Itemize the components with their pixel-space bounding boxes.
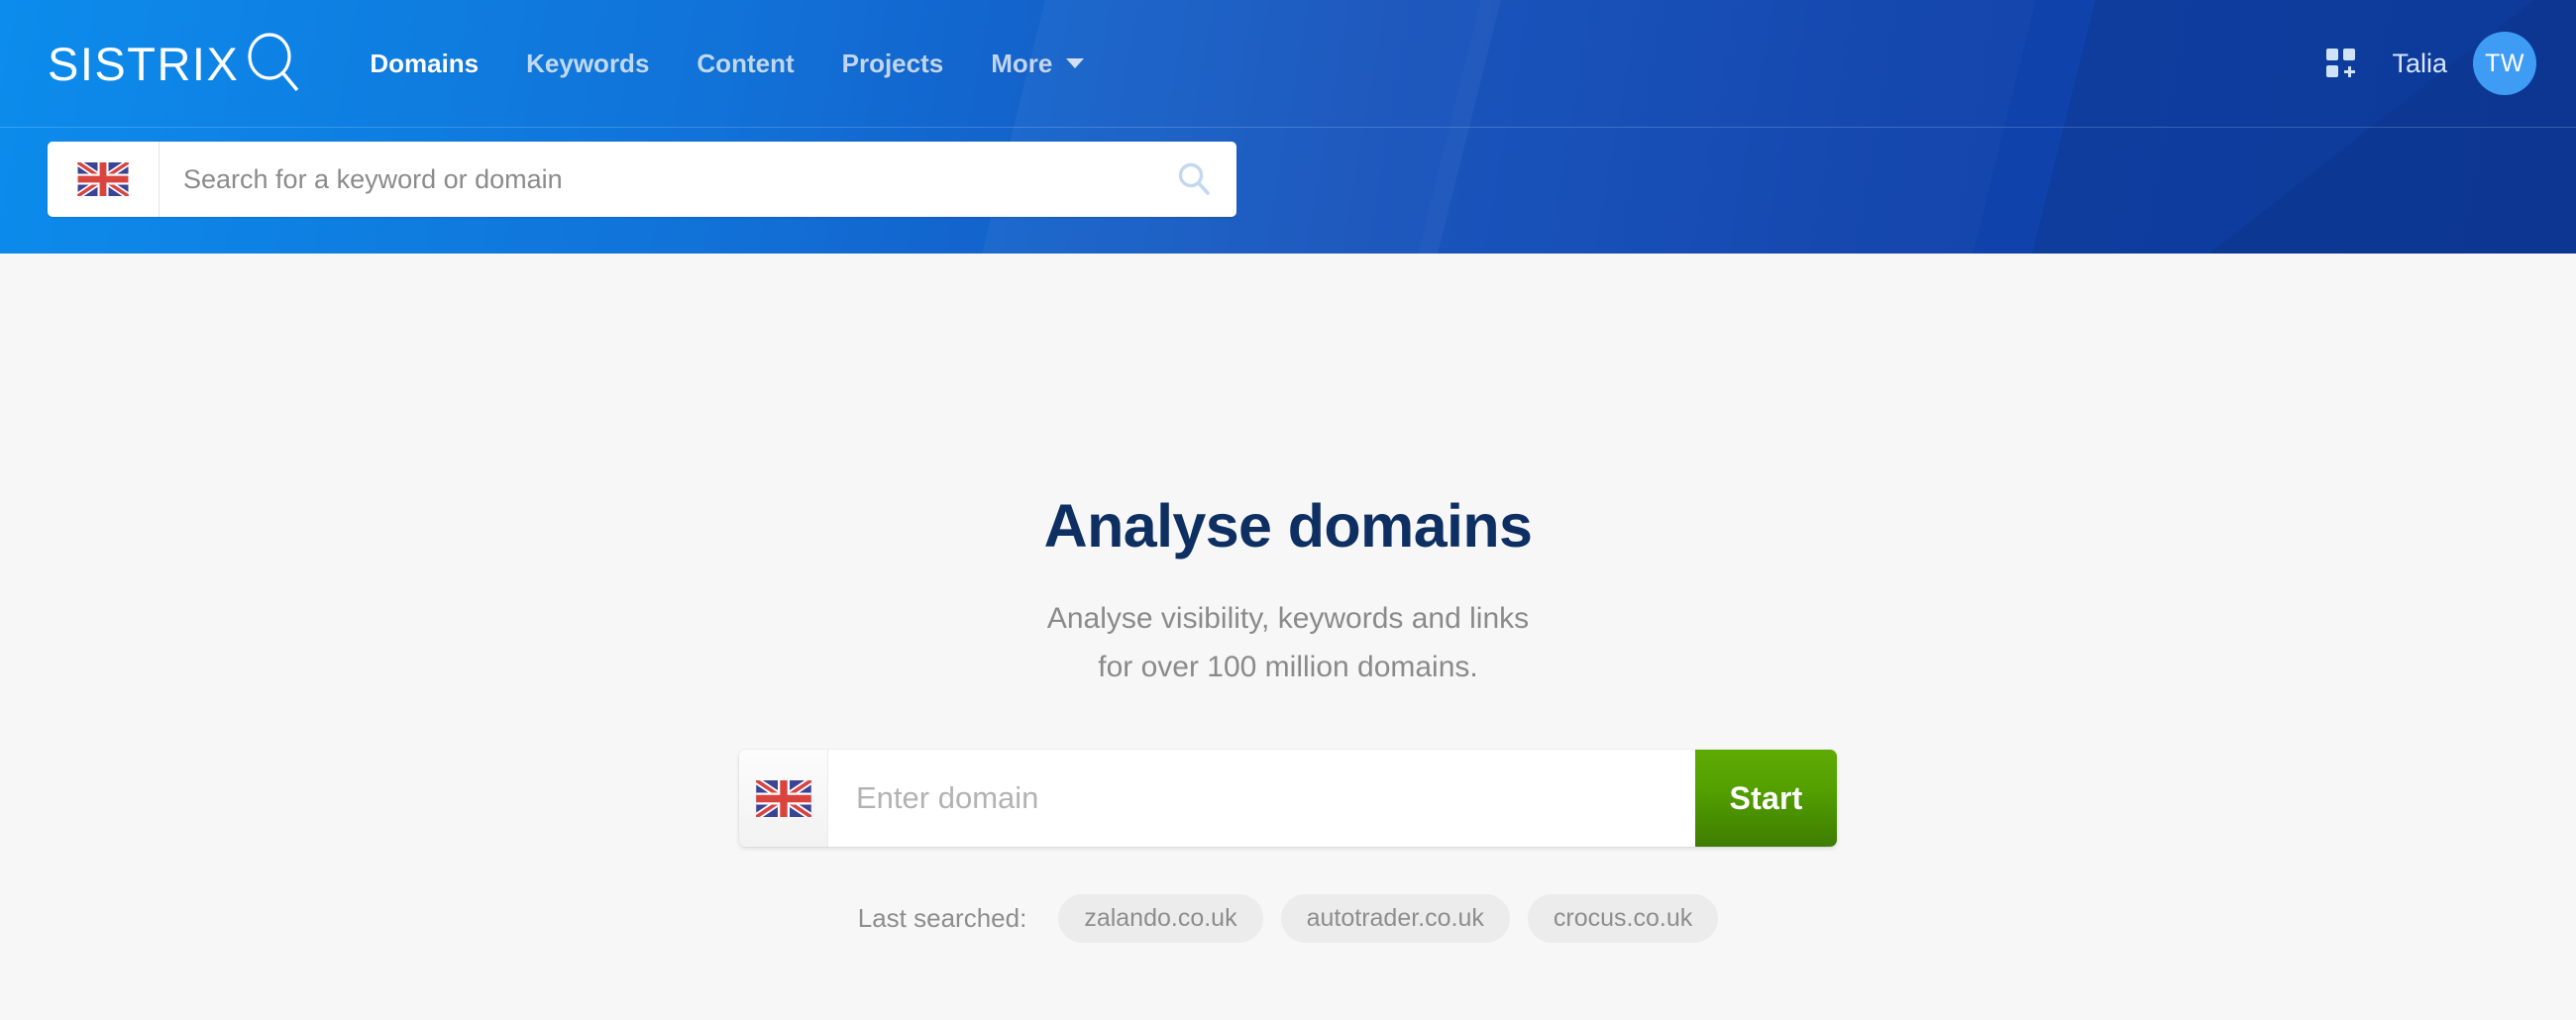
page-root: SISTRIX Domains Keywords Content Project…: [0, 0, 2576, 1020]
last-searched-row: Last searched: zalando.co.uk autotrader.…: [858, 894, 1718, 943]
main-content: Analyse domains Analyse visibility, keyw…: [0, 254, 2576, 1020]
domain-input[interactable]: [828, 750, 1695, 847]
page-subtitle-line1: Analyse visibility, keywords and links: [1047, 602, 1529, 635]
apps-grid-square: [2326, 49, 2338, 60]
apps-grid-square: [2343, 49, 2355, 60]
apps-grid-add-icon[interactable]: [2326, 49, 2356, 78]
page-title: Analyse domains: [1044, 496, 1533, 557]
sistrix-logo[interactable]: SISTRIX: [48, 33, 302, 94]
nav-item-domains[interactable]: Domains: [346, 41, 502, 86]
search-submit-button[interactable]: [1151, 142, 1236, 217]
avatar[interactable]: TW: [2473, 32, 2536, 95]
global-search-bar: [48, 142, 1236, 217]
apps-grid-square: [2326, 65, 2338, 77]
page-subtitle-line2: for over 100 million domains.: [1047, 651, 1529, 684]
main-navigation: Domains Keywords Content Projects More: [346, 41, 1108, 86]
page-subtitle: Analyse visibility, keywords and links f…: [1047, 602, 1529, 684]
plus-icon: [2344, 66, 2355, 77]
nav-item-more[interactable]: More: [967, 41, 1108, 86]
nav-item-content[interactable]: Content: [673, 41, 817, 86]
nav-item-projects[interactable]: Projects: [818, 41, 968, 86]
chevron-down-icon: [1066, 58, 1084, 68]
country-selector-header[interactable]: [48, 142, 160, 217]
last-searched-chip[interactable]: crocus.co.uk: [1528, 894, 1718, 943]
search-input[interactable]: [160, 143, 1151, 216]
country-selector-domain[interactable]: [739, 750, 828, 847]
last-searched-chip[interactable]: autotrader.co.uk: [1281, 894, 1510, 943]
uk-flag-icon: [756, 780, 811, 817]
start-button[interactable]: Start: [1695, 750, 1837, 847]
header-top-row: SISTRIX Domains Keywords Content Project…: [0, 0, 2576, 127]
uk-flag-icon: [77, 162, 129, 196]
nav-item-more-label: More: [991, 51, 1052, 76]
nav-item-keywords[interactable]: Keywords: [502, 41, 673, 86]
header-search-row: [0, 127, 2576, 217]
last-searched-chip[interactable]: zalando.co.uk: [1058, 894, 1262, 943]
domain-search-form: Start: [739, 750, 1837, 847]
user-name-label[interactable]: Talia: [2392, 51, 2447, 77]
magnifier-icon: [245, 33, 302, 94]
app-header: SISTRIX Domains Keywords Content Project…: [0, 0, 2576, 254]
logo-wordmark: SISTRIX: [48, 41, 239, 87]
search-icon: [1175, 160, 1213, 198]
header-right-cluster: Talia TW: [2326, 32, 2536, 95]
last-searched-label: Last searched:: [858, 903, 1027, 934]
